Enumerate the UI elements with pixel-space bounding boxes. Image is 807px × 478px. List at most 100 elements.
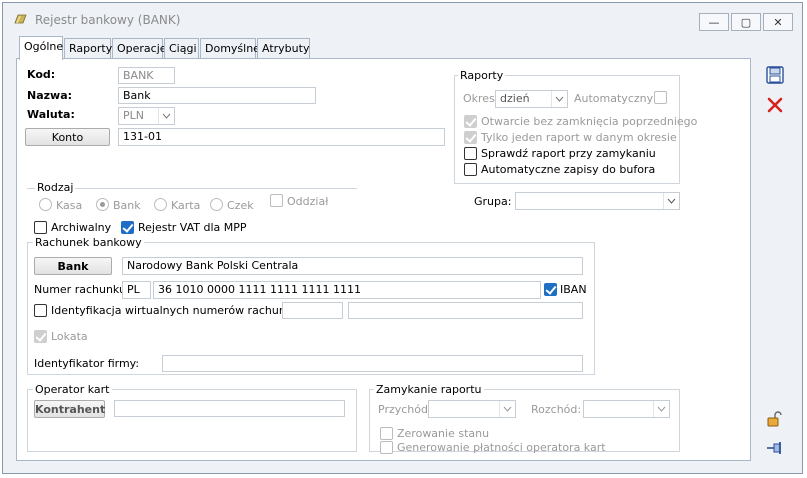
tab-domyslne[interactable]: Domyślne: [200, 38, 260, 59]
nazwa-field[interactable]: Bank: [118, 87, 316, 104]
oddzial-label: Oddział: [287, 195, 329, 208]
generowanie-checkbox[interactable]: [380, 441, 393, 454]
kontrahent-button[interactable]: Kontrahent: [34, 400, 105, 418]
sprawdz-checkbox[interactable]: [464, 147, 477, 160]
czek-radio[interactable]: [210, 198, 223, 211]
lock-button[interactable]: [764, 408, 786, 430]
minimize-icon: —: [708, 15, 720, 29]
lokata-label: Lokata: [51, 330, 88, 343]
delete-icon: [767, 97, 783, 113]
chevron-down-icon: [653, 401, 669, 417]
kasa-label: Kasa: [56, 199, 83, 212]
tab-operacje[interactable]: Operacje: [112, 38, 167, 59]
sprawdz-label: Sprawdź raport przy zamykaniu: [481, 147, 656, 160]
identyfikacja-field-2[interactable]: [348, 302, 583, 319]
karta-label: Karta: [171, 199, 201, 212]
grupa-select[interactable]: [515, 192, 680, 210]
save-button[interactable]: [764, 64, 786, 86]
close-button[interactable]: ✕: [763, 13, 793, 31]
rejestr-vat-checkbox[interactable]: [121, 221, 134, 234]
auto-zapisy-label: Automatyczne zapisy do bufora: [481, 163, 656, 176]
close-icon: ✕: [773, 15, 783, 29]
otwarcie-checkbox[interactable]: [464, 115, 477, 128]
tab-ciagi[interactable]: Ciągi: [164, 38, 199, 59]
iban-label: IBAN: [560, 283, 587, 296]
delete-button[interactable]: [764, 94, 786, 116]
zamykanie-title: Zamykanie raportu: [374, 383, 484, 396]
kod-field[interactable]: BANK: [118, 67, 175, 84]
identyfikacja-field-1[interactable]: [282, 302, 343, 319]
content-panel: Kod: BANK Nazwa: Bank Waluta: PLN Konto …: [16, 58, 751, 461]
iban-checkbox[interactable]: [544, 283, 557, 296]
identyfikator-firmy-field[interactable]: [162, 355, 583, 372]
bank-name-field[interactable]: Narodowy Bank Polski Centrala: [122, 257, 583, 275]
zerowanie-label: Zerowanie stanu: [397, 427, 490, 440]
save-icon: [766, 66, 784, 84]
kontrahent-field[interactable]: [114, 400, 345, 417]
tab-label: Ciągi: [169, 42, 197, 55]
waluta-label: Waluta:: [27, 108, 75, 121]
grupa-label: Grupa:: [474, 195, 512, 208]
chevron-down-icon: [551, 91, 567, 107]
kod-label: Kod:: [27, 68, 56, 81]
operator-kart-group: [27, 389, 357, 452]
maximize-icon: ▢: [740, 15, 752, 29]
tab-label: Operacje: [117, 42, 167, 55]
tab-label: Atrybuty: [262, 42, 310, 55]
oddzial-checkbox[interactable]: [270, 194, 283, 207]
przychod-select[interactable]: [428, 400, 516, 418]
automatyczny-label: Automatyczny: [574, 92, 654, 105]
karta-radio[interactable]: [154, 198, 167, 211]
lokata-checkbox[interactable]: [34, 330, 47, 343]
window-title: Rejestr bankowy (BANK): [35, 13, 181, 27]
automatyczny-checkbox[interactable]: [654, 91, 667, 104]
tab-label: Ogólne: [24, 40, 64, 53]
okres-select[interactable]: dzień: [495, 90, 568, 108]
kraj-field[interactable]: PL: [122, 281, 151, 299]
numer-rachunku-field[interactable]: 36 1010 0000 1111 1111 1111 1111: [153, 281, 541, 299]
konto-field[interactable]: 131-01: [118, 128, 445, 146]
tab-raporty[interactable]: Raporty: [64, 38, 113, 59]
bank-radio[interactable]: [96, 198, 109, 211]
jeden-raport-checkbox[interactable]: [464, 131, 477, 144]
identyfikacja-checkbox[interactable]: [34, 304, 47, 317]
waluta-select[interactable]: PLN: [118, 107, 175, 125]
okres-value: dzień: [500, 92, 530, 105]
bank-button[interactable]: Bank: [34, 257, 112, 275]
otwarcie-label: Otwarcie bez zamknięcia poprzedniego: [481, 115, 698, 128]
rozchod-select[interactable]: [583, 400, 670, 418]
zerowanie-checkbox[interactable]: [380, 427, 393, 440]
raporty-group-title: Raporty: [458, 69, 506, 82]
lock-icon: [767, 411, 782, 427]
tab-ogolne[interactable]: Ogólne: [19, 36, 63, 60]
register-icon: [14, 14, 27, 24]
identyfikacja-label: Identyfikacja wirtualnych numerów rachun…: [51, 304, 308, 317]
operator-kart-title: Operator kart: [33, 383, 112, 396]
rozchod-label: Rozchód:: [531, 403, 582, 416]
rachunek-group-title: Rachunek bankowy: [33, 236, 144, 249]
kontrahent-button-label: Kontrahent: [35, 403, 106, 416]
pin-icon: [767, 442, 781, 454]
archiwalny-checkbox[interactable]: [34, 221, 47, 234]
generowanie-label: Generowanie płatności operatora kart: [397, 441, 606, 454]
titlebar: Rejestr bankowy (BANK) — ▢ ✕: [3, 3, 802, 33]
identyfikator-firmy-label: Identyfikator firmy:: [34, 357, 140, 370]
maximize-button[interactable]: ▢: [731, 13, 761, 31]
pin-button[interactable]: [764, 437, 786, 459]
tab-label: Raporty: [69, 42, 113, 55]
bank-button-label: Bank: [57, 260, 89, 273]
chevron-down-icon: [158, 108, 174, 124]
konto-button[interactable]: Konto: [25, 128, 110, 146]
czek-label: Czek: [227, 199, 254, 212]
okres-label: Okres:: [463, 92, 499, 105]
minimize-button[interactable]: —: [699, 13, 729, 31]
kasa-radio[interactable]: [39, 198, 52, 211]
chevron-down-icon: [499, 401, 515, 417]
auto-zapisy-checkbox[interactable]: [464, 163, 477, 176]
rejestr-vat-label: Rejestr VAT dla MPP: [138, 221, 247, 234]
tab-label: Domyślne: [205, 42, 260, 55]
jeden-raport-label: Tylko jeden raport w danym okresie: [481, 131, 677, 144]
bank-radio-label: Bank: [113, 199, 141, 212]
rodzaj-group-title: Rodzaj: [35, 181, 76, 194]
tab-atrybuty[interactable]: Atrybuty: [257, 38, 310, 59]
